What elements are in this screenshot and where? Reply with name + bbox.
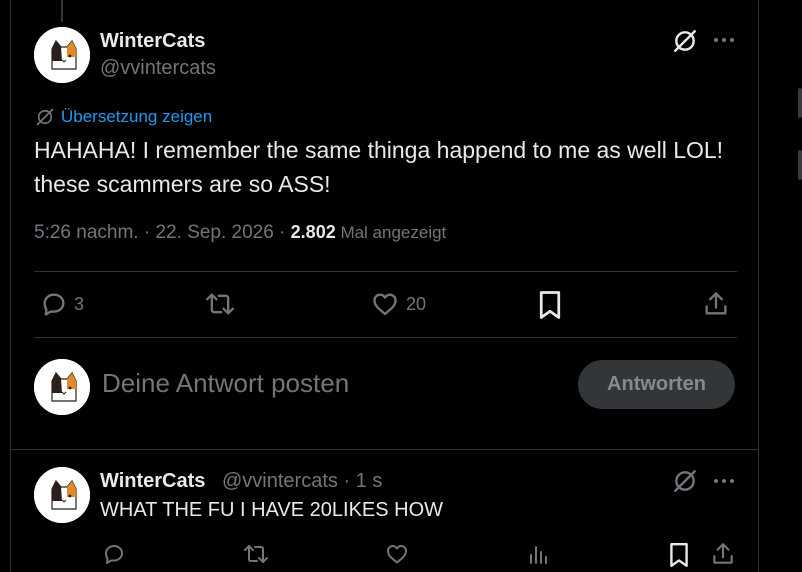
- like-icon[interactable]: [384, 542, 410, 566]
- reply-icon: [40, 290, 68, 318]
- author-display-name[interactable]: WinterCats: [100, 30, 205, 53]
- share-icon[interactable]: [710, 541, 736, 567]
- repost-icon[interactable]: [242, 542, 270, 566]
- grok-icon[interactable]: [672, 28, 698, 54]
- avatar[interactable]: [34, 27, 90, 83]
- translate-link[interactable]: Übersetzung zeigen: [35, 106, 212, 128]
- reply-icon[interactable]: [102, 542, 126, 566]
- tweet-meta: 5:26 nachm. · 22. Sep. 2026 · 2.802 Mal …: [34, 222, 446, 244]
- divider: [34, 337, 737, 338]
- reply-count: 3: [74, 293, 85, 314]
- views-icon[interactable]: [526, 542, 550, 566]
- translate-label: Übersetzung zeigen: [61, 107, 213, 126]
- reply-button[interactable]: 3: [40, 290, 84, 318]
- bookmark-button[interactable]: [537, 290, 563, 320]
- bookmark-icon[interactable]: [668, 542, 690, 568]
- reply-tweet-text: WHAT THE FU I HAVE 20LIKES HOW: [100, 499, 444, 521]
- like-button[interactable]: 20: [370, 290, 426, 318]
- like-icon: [370, 290, 400, 318]
- reply-submit-button[interactable]: Antworten: [578, 360, 735, 409]
- reply-author-name[interactable]: WinterCats: [100, 470, 205, 493]
- repost-icon: [204, 290, 236, 318]
- share-button[interactable]: [702, 290, 730, 318]
- column-border-right: [758, 0, 759, 572]
- more-icon[interactable]: [712, 471, 736, 491]
- views-count: 2.802: [290, 222, 336, 242]
- reply-avatar[interactable]: [34, 467, 90, 523]
- grok-icon[interactable]: [672, 468, 698, 494]
- edge-scroll-marker: [798, 88, 802, 118]
- repost-button[interactable]: [204, 290, 236, 318]
- tweet-text: HAHAHA! I remember the same thinga happe…: [34, 137, 724, 197]
- more-icon[interactable]: [712, 30, 736, 50]
- divider: [34, 271, 737, 272]
- like-count: 20: [406, 293, 427, 314]
- reply-author-handle-time[interactable]: @vvintercats · 1 s: [222, 470, 382, 493]
- bookmark-icon: [537, 290, 563, 320]
- views-label: Mal angezeigt: [335, 223, 447, 242]
- column-border-left: [10, 0, 11, 572]
- translate-icon: [35, 107, 55, 127]
- reply-input[interactable]: Deine Antwort posten: [102, 368, 349, 399]
- divider: [10, 449, 759, 450]
- share-icon: [702, 290, 730, 318]
- tweet-timestamp[interactable]: 5:26 nachm. · 22. Sep. 2026 ·: [34, 222, 291, 243]
- author-handle[interactable]: @vvintercats: [100, 57, 216, 80]
- edge-scroll-marker: [798, 150, 802, 180]
- composer-avatar[interactable]: [34, 359, 90, 415]
- thread-connector-line: [61, 0, 63, 22]
